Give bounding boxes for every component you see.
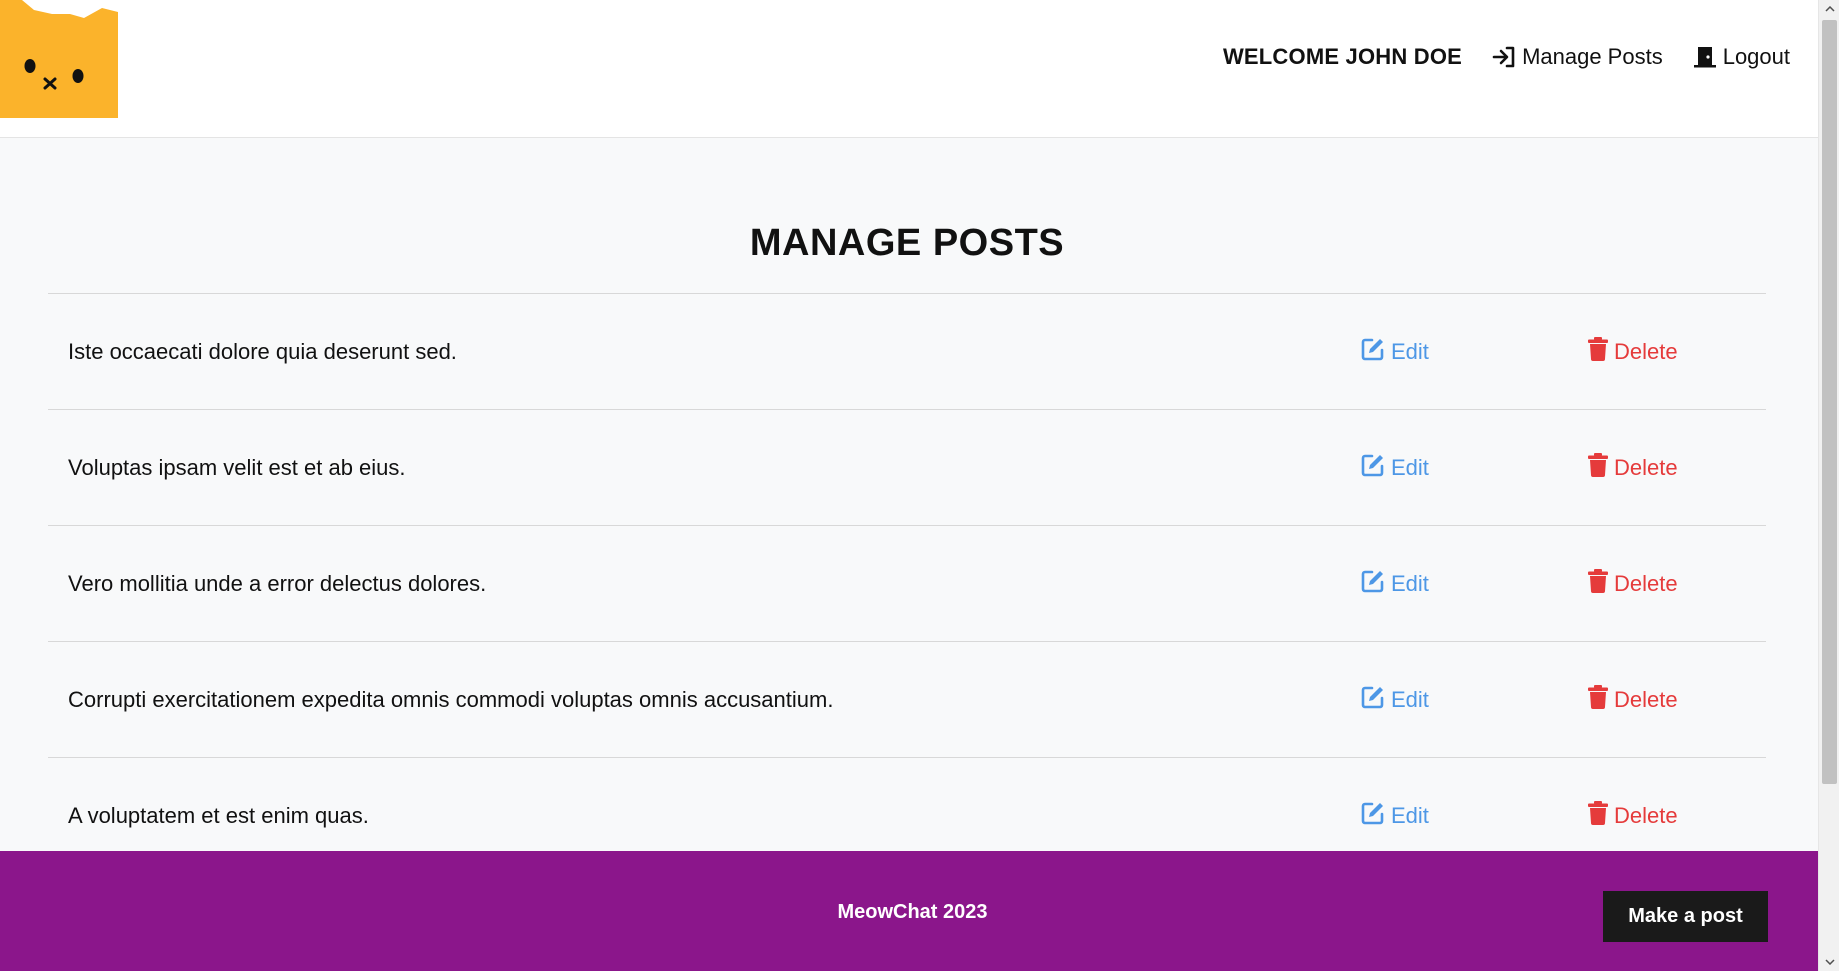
nav-logout-link[interactable]: Logout	[1693, 44, 1790, 70]
nav-manage-posts-label: Manage Posts	[1522, 44, 1663, 69]
delete-label: Delete	[1614, 570, 1678, 596]
scroll-down-arrow-icon[interactable]	[1819, 953, 1839, 971]
edit-icon	[1361, 569, 1385, 599]
post-row: Voluptas ipsam velit est et ab eius. Edi…	[48, 410, 1766, 526]
page-title: MANAGE POSTS	[749, 222, 1065, 264]
trash-icon	[1588, 336, 1608, 367]
delete-label: Delete	[1614, 802, 1678, 828]
welcome-message: WELCOME JOHN DOE	[1222, 44, 1463, 69]
post-list: Iste occaecati dolore quia deserunt sed.…	[48, 293, 1766, 874]
site-footer: MeowChat 2023 Make a post	[0, 851, 1818, 971]
edit-post-button[interactable]: Edit	[1361, 801, 1429, 831]
delete-label: Delete	[1614, 686, 1678, 712]
delete-post-button[interactable]: Delete	[1588, 452, 1678, 483]
sign-in-arrow-icon	[1492, 46, 1516, 68]
edit-post-button[interactable]: Edit	[1361, 337, 1429, 367]
edit-icon	[1361, 801, 1385, 831]
post-row: Vero mollitia unde a error delectus dolo…	[48, 526, 1766, 642]
delete-post-button[interactable]: Delete	[1588, 800, 1678, 831]
edit-label: Edit	[1391, 686, 1429, 712]
delete-post-button[interactable]: Delete	[1588, 336, 1678, 367]
post-text: Vero mollitia unde a error delectus dolo…	[68, 570, 487, 596]
trash-icon	[1588, 684, 1608, 715]
delete-post-button[interactable]: Delete	[1588, 568, 1678, 599]
site-header: WELCOME JOHN DOE Manage Posts Logout	[0, 0, 1818, 138]
delete-post-button[interactable]: Delete	[1588, 684, 1678, 715]
scrollbar-thumb[interactable]	[1822, 20, 1837, 784]
edit-label: Edit	[1391, 338, 1429, 364]
make-post-button[interactable]: Make a post	[1603, 891, 1768, 942]
trash-icon	[1588, 568, 1608, 599]
footer-copyright: MeowChat 2023	[837, 901, 988, 923]
vertical-scrollbar[interactable]	[1818, 0, 1839, 971]
cat-logo-icon[interactable]	[0, 0, 118, 118]
post-text: Iste occaecati dolore quia deserunt sed.	[68, 338, 457, 364]
post-text: Voluptas ipsam velit est et ab eius.	[68, 454, 406, 480]
edit-label: Edit	[1391, 454, 1429, 480]
edit-icon	[1361, 337, 1385, 367]
scroll-up-arrow-icon[interactable]	[1819, 0, 1839, 18]
edit-label: Edit	[1391, 802, 1429, 828]
edit-icon	[1361, 685, 1385, 715]
nav-logout-label: Logout	[1722, 44, 1790, 69]
door-icon	[1693, 46, 1717, 68]
post-text: Corrupti exercitationem expedita omnis c…	[68, 686, 834, 712]
trash-icon	[1588, 452, 1608, 483]
edit-post-button[interactable]: Edit	[1361, 569, 1429, 599]
post-row: Corrupti exercitationem expedita omnis c…	[48, 642, 1766, 758]
post-text: A voluptatem et est enim quas.	[68, 802, 369, 828]
trash-icon	[1588, 800, 1608, 831]
delete-label: Delete	[1614, 338, 1678, 364]
nav-manage-posts-link[interactable]: Manage Posts	[1492, 44, 1663, 70]
edit-icon	[1361, 453, 1385, 483]
page: WELCOME JOHN DOE Manage Posts Logout MAN…	[0, 0, 1818, 971]
post-row: Iste occaecati dolore quia deserunt sed.…	[48, 294, 1766, 410]
main-content: MANAGE POSTS Iste occaecati dolore quia …	[48, 138, 1766, 874]
edit-post-button[interactable]: Edit	[1361, 453, 1429, 483]
edit-label: Edit	[1391, 570, 1429, 596]
top-nav: WELCOME JOHN DOE Manage Posts Logout	[1223, 44, 1790, 70]
delete-label: Delete	[1614, 454, 1678, 480]
edit-post-button[interactable]: Edit	[1361, 685, 1429, 715]
